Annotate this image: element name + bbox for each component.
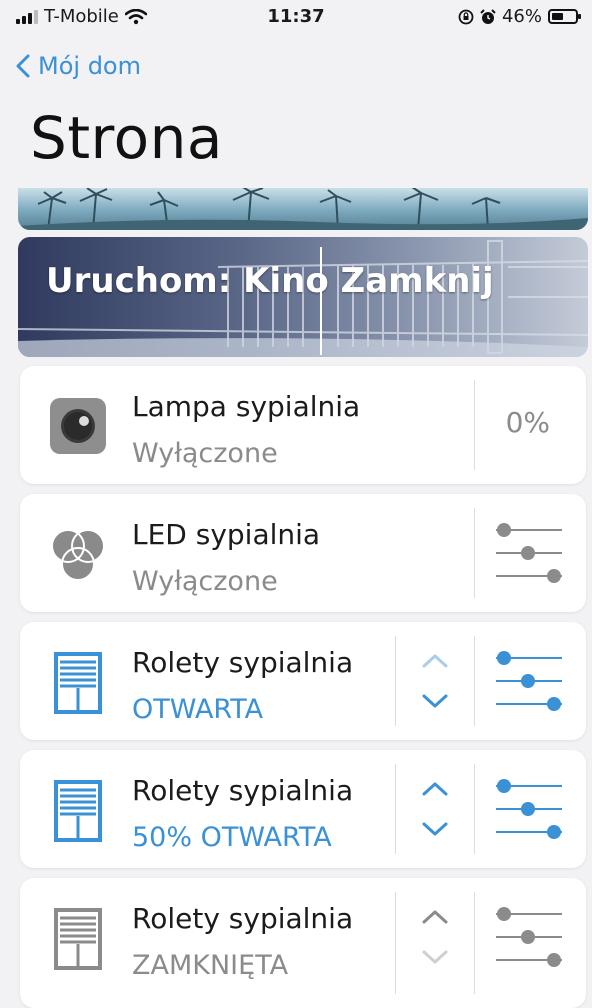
device-card-lamp[interactable]: Lampa sypialnia Wyłączone 0% bbox=[20, 366, 586, 484]
chevron-up-icon[interactable] bbox=[416, 774, 454, 804]
device-name: Rolety sypialnia bbox=[132, 774, 354, 807]
lamp-icon bbox=[46, 394, 110, 458]
device-state: Wyłączone bbox=[132, 566, 278, 597]
card-divider bbox=[474, 380, 475, 470]
back-button[interactable]: Mój dom bbox=[16, 52, 141, 80]
device-name: Rolety sypialnia bbox=[132, 902, 354, 935]
scene-label: Uruchom: Kino Zamknij bbox=[46, 261, 494, 301]
blinds-icon bbox=[46, 906, 110, 970]
card-divider bbox=[395, 764, 396, 854]
card-divider bbox=[474, 636, 475, 726]
card-divider bbox=[395, 892, 396, 994]
device-card-led[interactable]: LED sypialnia Wyłączone bbox=[20, 494, 586, 612]
device-name: Lampa sypialnia bbox=[132, 390, 361, 423]
rgb-led-icon bbox=[46, 522, 110, 586]
chevron-left-icon bbox=[16, 54, 30, 78]
device-state: 50% OTWARTA bbox=[132, 822, 332, 853]
battery-icon bbox=[548, 9, 581, 24]
chevron-down-icon[interactable] bbox=[416, 942, 454, 972]
card-divider bbox=[474, 892, 475, 994]
settings-sliders-icon[interactable] bbox=[494, 648, 564, 714]
back-label: Mój dom bbox=[38, 52, 141, 80]
device-card-blinds-2[interactable]: Rolety sypialnia 50% OTWARTA bbox=[20, 750, 586, 868]
scene-banner[interactable]: Uruchom: Kino Zamknij bbox=[18, 237, 588, 357]
page-title: Strona bbox=[30, 104, 223, 172]
device-card-blinds-3[interactable]: Rolety sypialnia ZAMKNIĘTA bbox=[20, 878, 586, 1008]
card-divider bbox=[474, 508, 475, 598]
chevron-up-icon[interactable] bbox=[416, 646, 454, 676]
blinds-icon bbox=[46, 650, 110, 714]
chevron-up-icon[interactable] bbox=[416, 902, 454, 932]
blinds-icon bbox=[46, 778, 110, 842]
device-name: LED sypialnia bbox=[132, 518, 321, 551]
up-down-controls bbox=[416, 902, 454, 972]
chevron-down-icon[interactable] bbox=[416, 686, 454, 716]
device-name: Rolety sypialnia bbox=[132, 646, 354, 679]
up-down-controls bbox=[416, 774, 454, 844]
battery-percent: 46% bbox=[501, 6, 542, 27]
rotation-lock-icon bbox=[458, 9, 474, 24]
up-down-controls bbox=[416, 646, 454, 716]
device-state: ZAMKNIĘTA bbox=[132, 950, 289, 981]
status-bar: T-Mobile 11:37 46% bbox=[0, 0, 592, 40]
banner-image-palms bbox=[18, 188, 588, 230]
device-card-blinds-1[interactable]: Rolety sypialnia OTWARTA bbox=[20, 622, 586, 740]
device-state: Wyłączone bbox=[132, 438, 278, 469]
status-right: 46% bbox=[458, 6, 581, 27]
device-state: OTWARTA bbox=[132, 694, 264, 725]
alarm-icon bbox=[480, 8, 496, 24]
settings-sliders-icon[interactable] bbox=[494, 904, 564, 970]
brightness-value[interactable]: 0% bbox=[506, 406, 550, 439]
settings-sliders-icon[interactable] bbox=[494, 520, 564, 586]
scene-divider bbox=[320, 247, 322, 355]
chevron-down-icon[interactable] bbox=[416, 814, 454, 844]
card-divider bbox=[474, 764, 475, 854]
card-divider bbox=[395, 636, 396, 726]
settings-sliders-icon[interactable] bbox=[494, 776, 564, 842]
palm-trees-image bbox=[18, 188, 588, 230]
